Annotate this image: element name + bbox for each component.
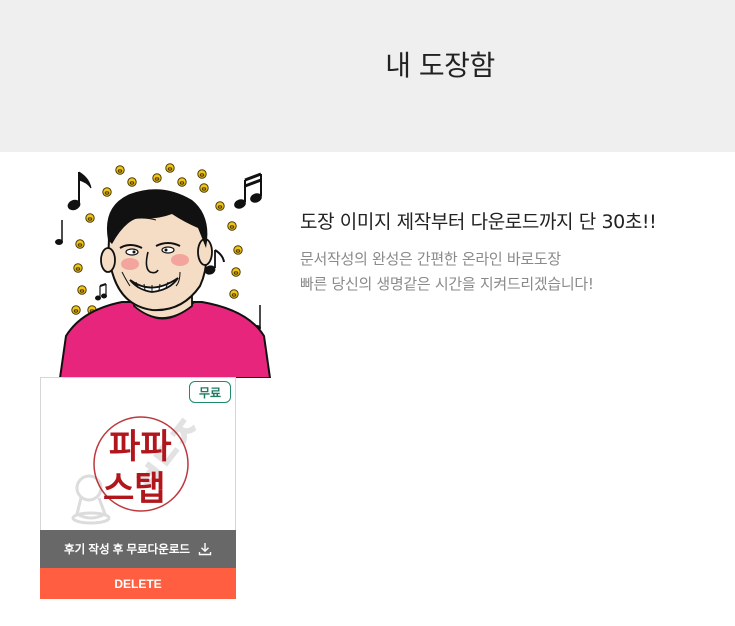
free-download-button[interactable]: 후기 작성 후 무료다운로드 <box>40 530 236 568</box>
pig-face-icon <box>199 183 209 193</box>
promo-description-line1: 문서작성의 완성은 간편한 온라인 바로도장 <box>300 250 561 268</box>
pig-face-icon <box>231 267 241 277</box>
pig-face-icon <box>102 187 112 197</box>
pig-face-icon <box>77 285 87 295</box>
stamp-text-line2: 스탭 <box>103 469 166 509</box>
download-icon <box>198 543 212 556</box>
free-download-label: 후기 작성 후 무료다운로드 <box>64 544 190 556</box>
promo-description-line2: 빠른 당신의 생명같은 시간을 지켜드리겠습니다! <box>300 275 594 293</box>
pig-face-icon <box>71 305 81 315</box>
page-header: 내 도장함 <box>0 0 735 152</box>
stamp-text-line1: 파파 <box>109 427 172 467</box>
delete-button[interactable]: DELETE <box>40 568 236 599</box>
pig-face-icon <box>229 289 239 299</box>
pig-face-icon <box>177 177 187 187</box>
pig-face-icon <box>75 239 85 249</box>
pig-face-icon <box>197 169 207 179</box>
stamp-card: ㅂㄷㅈ 파파 스탭 무료 후기 작성 후 무료다운로드 DELETE <box>40 377 236 599</box>
pig-face-icon <box>165 163 175 173</box>
music-note-icon <box>67 171 92 211</box>
pig-face-icon <box>215 201 225 211</box>
pig-face-icon <box>227 221 237 231</box>
pig-face-icon <box>233 245 243 255</box>
page-title: 내 도장함 <box>385 49 495 82</box>
music-note-icon <box>234 172 262 209</box>
music-note-icon <box>95 283 107 301</box>
pig-face-icon <box>152 173 162 183</box>
promo-headline: 도장 이미지 제작부터 다운로드까지 단 30초!! <box>300 211 657 233</box>
music-note-icon <box>55 220 63 245</box>
promo-illustration <box>55 163 272 378</box>
stamp-preview: ㅂㄷㅈ 파파 스탭 <box>71 410 208 525</box>
pig-face-icon <box>127 177 137 187</box>
free-badge: 무료 <box>189 381 231 403</box>
pig-face-icon <box>85 213 95 223</box>
pig-face-icon <box>115 165 125 175</box>
pig-face-icon <box>73 263 83 273</box>
